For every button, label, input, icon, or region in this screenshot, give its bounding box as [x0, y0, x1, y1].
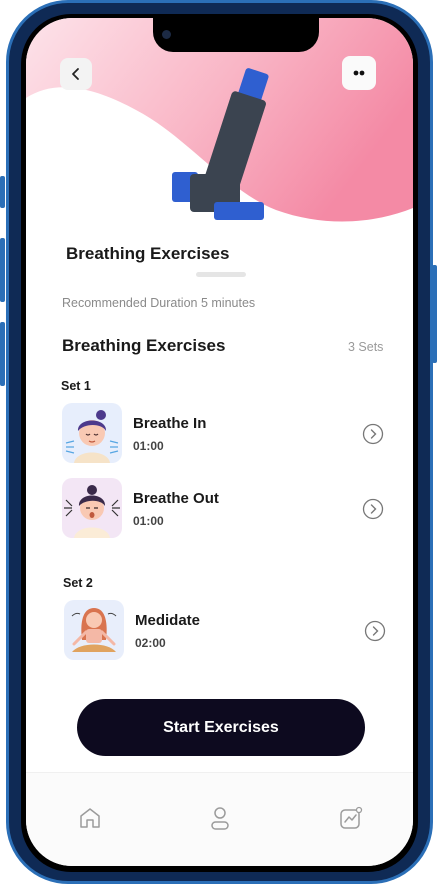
more-dots-icon	[353, 70, 365, 76]
home-icon[interactable]	[77, 805, 103, 831]
exercise-name: Medidate	[135, 612, 201, 629]
chevron-right-circle-icon[interactable]	[364, 620, 386, 642]
chevron-right-circle-icon[interactable]	[362, 423, 384, 445]
phone-frame: Breathing Exercises Recommended Duration…	[6, 0, 433, 884]
breathe-out-thumbnail	[62, 478, 122, 538]
back-button[interactable]	[60, 58, 92, 90]
drag-handle[interactable]	[196, 272, 246, 277]
breathe-out-illustration	[64, 485, 120, 538]
exercise-name: Breathe Out	[133, 490, 219, 507]
meditate-illustration	[71, 608, 117, 652]
volume-up-button	[0, 238, 5, 302]
medidate-thumbnail	[64, 600, 124, 660]
chevron-right-circle-icon[interactable]	[362, 498, 384, 520]
exercise-item-breathe-out[interactable]: Breathe Out 01:00	[62, 478, 384, 540]
breathe-in-illustration	[65, 410, 119, 463]
chevron-left-icon	[72, 68, 79, 80]
profile-icon[interactable]	[207, 805, 233, 831]
set-label: Set 1	[61, 379, 91, 393]
exercise-duration: 02:00	[135, 636, 166, 650]
set-label: Set 2	[63, 576, 93, 590]
silent-switch	[0, 176, 5, 208]
more-options-button[interactable]	[342, 56, 376, 90]
bottom-tab-bar	[26, 772, 413, 866]
inhaler-illustration	[172, 68, 269, 220]
recommended-duration: Recommended Duration 5 minutes	[62, 296, 256, 310]
breathe-in-thumbnail	[62, 403, 122, 463]
stats-icon[interactable]	[338, 805, 364, 831]
section-title: Breathing Exercises	[62, 336, 226, 355]
phone-bezel: Breathing Exercises Recommended Duration…	[21, 14, 418, 872]
exercise-duration: 01:00	[133, 439, 164, 453]
sets-count: 3 Sets	[348, 340, 384, 354]
volume-down-button	[0, 322, 5, 386]
camera-icon	[162, 30, 171, 39]
exercise-item-breathe-in[interactable]: Breathe In 01:00	[62, 403, 384, 465]
app-screen: Breathing Exercises Recommended Duration…	[26, 18, 413, 866]
exercise-duration: 01:00	[133, 514, 164, 528]
page-title: Breathing Exercises	[66, 244, 230, 263]
notch	[153, 18, 319, 52]
exercise-name: Breathe In	[133, 415, 207, 432]
start-exercises-button[interactable]: Start Exercises	[77, 699, 365, 756]
exercise-item-medidate[interactable]: Medidate 02:00	[64, 600, 386, 662]
